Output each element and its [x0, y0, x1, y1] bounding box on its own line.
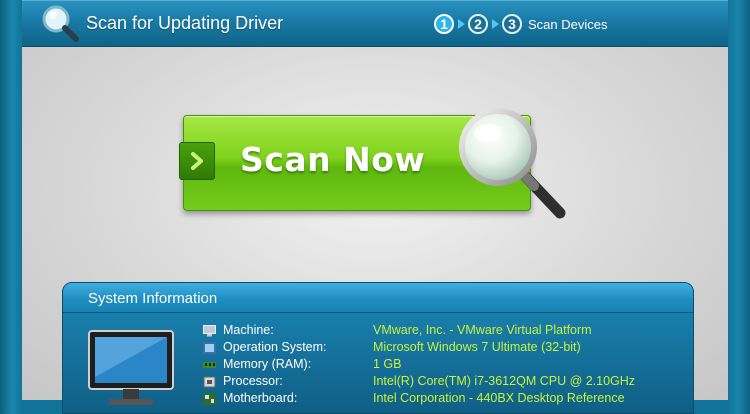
info-row-memory: Memory (RAM): 1 GB	[203, 357, 683, 374]
step-3-badge: 3	[502, 14, 522, 34]
page-title: Scan for Updating Driver	[86, 13, 284, 33]
info-value: 1 GB	[373, 357, 402, 371]
system-info-panel: System Information Machine: VMware, Inc.…	[62, 282, 694, 414]
info-row-processor: Processor: Intel(R) Core(TM) i7-3612QM C…	[203, 374, 683, 391]
info-label: Machine:	[223, 323, 274, 337]
info-row-os: Operation System: Microsoft Windows 7 Ul…	[203, 340, 683, 357]
windows-icon	[203, 342, 216, 354]
info-label: Processor:	[223, 374, 283, 388]
info-label: Motherboard:	[223, 391, 298, 405]
chevron-right-icon	[179, 142, 215, 180]
info-label: Operation System:	[223, 340, 327, 354]
info-label: Memory (RAM):	[223, 357, 312, 371]
search-icon	[42, 5, 79, 42]
step-2-badge: 2	[468, 14, 488, 34]
header-bar: Scan for Updating Driver 1 2 3 Scan Devi…	[22, 0, 728, 47]
info-row-machine: Machine: VMware, Inc. - VMware Virtual P…	[203, 323, 683, 340]
current-step-label: Scan Devices	[528, 16, 608, 32]
processor-icon	[203, 376, 216, 388]
motherboard-icon	[203, 393, 216, 405]
scan-now-label: Scan Now	[240, 140, 426, 179]
step-1-badge: 1	[434, 14, 454, 34]
main-area: Scan Now System Information Machine: VMw…	[22, 47, 728, 414]
info-value: VMware, Inc. - VMware Virtual Platform	[373, 323, 592, 337]
system-info-title: System Information	[88, 290, 218, 307]
memory-icon	[203, 362, 216, 368]
monitor-icon	[88, 330, 174, 405]
info-value: Intel Corporation - 440BX Desktop Refere…	[373, 391, 625, 405]
system-info-header: System Information	[63, 283, 693, 313]
system-info-list: Machine: VMware, Inc. - VMware Virtual P…	[203, 323, 683, 408]
step-arrow-icon	[492, 19, 499, 29]
step-arrow-icon	[458, 19, 465, 29]
step-indicator: 1 2 3 Scan Devices	[434, 13, 607, 35]
info-value: Intel(R) Core(TM) i7-3612QM CPU @ 2.10GH…	[373, 374, 636, 388]
magnifier-icon	[459, 108, 566, 219]
info-value: Microsoft Windows 7 Ultimate (32-bit)	[373, 340, 581, 354]
computer-icon	[203, 325, 216, 337]
